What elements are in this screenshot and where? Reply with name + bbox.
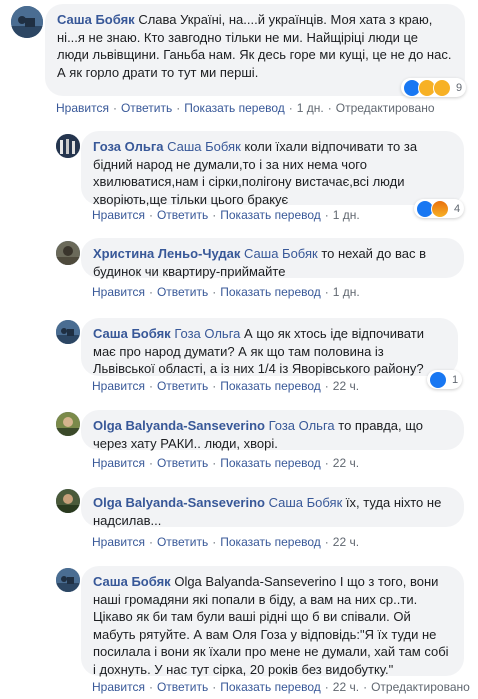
translate-button[interactable]: Показать перевод xyxy=(220,379,321,393)
sad-icon xyxy=(433,78,451,97)
avatar[interactable] xyxy=(56,489,80,513)
reply-button[interactable]: Ответить xyxy=(157,535,208,549)
comment-bubble: Olga Balyanda-Sanseverino Саша Бобяк їх,… xyxy=(81,487,464,528)
avatar[interactable] xyxy=(56,412,80,436)
comment-author[interactable]: Саша Бобяк xyxy=(93,326,171,341)
avatar[interactable] xyxy=(11,6,43,38)
comment-actions: Нравится · Ответить · Показать перевод · 22 ч.… xyxy=(92,680,470,694)
like-icon xyxy=(429,370,447,389)
avatar[interactable] xyxy=(56,320,80,344)
comment-mention[interactable]: Саша Бобяк xyxy=(269,495,343,510)
reply-button[interactable]: Ответить xyxy=(157,456,208,470)
comment-text: Olga Balyanda-Sanseverino І що з того, в… xyxy=(93,574,449,677)
like-button[interactable]: Нравится xyxy=(56,101,109,115)
timestamp[interactable]: 1 дн. xyxy=(333,285,360,299)
timestamp[interactable]: 22 ч. xyxy=(333,535,359,549)
translate-button[interactable]: Показать перевод xyxy=(184,101,285,115)
angry-icon xyxy=(431,199,449,218)
timestamp[interactable]: 1 дн. xyxy=(333,208,360,222)
reply-button[interactable]: Ответить xyxy=(157,680,208,694)
avatar[interactable] xyxy=(56,568,80,592)
timestamp[interactable]: 22 ч. xyxy=(333,680,359,694)
edited-label[interactable]: Отредактировано xyxy=(371,680,470,694)
translate-button[interactable]: Показать перевод xyxy=(220,456,321,470)
comment-mention[interactable]: Саша Бобяк xyxy=(167,139,241,154)
like-button[interactable]: Нравится xyxy=(92,208,145,222)
comment-author[interactable]: Olga Balyanda-Sanseverino xyxy=(93,418,265,433)
like-button[interactable]: Нравится xyxy=(92,680,145,694)
reaction-count: 1 xyxy=(452,373,459,386)
comment-bubble: Саша Бобяк Гоза Ольга А що як хтось іде … xyxy=(81,318,458,376)
like-button[interactable]: Нравится xyxy=(92,456,145,470)
comment-mention[interactable]: Гоза Ольга xyxy=(174,326,240,341)
comment-bubble: Христина Леньо-Чудак Саша Бобяк то нехай… xyxy=(81,238,464,279)
comment-author[interactable]: Olga Balyanda-Sanseverino xyxy=(93,495,265,510)
reaction-count: 9 xyxy=(456,81,463,94)
translate-button[interactable]: Показать перевод xyxy=(220,535,321,549)
comment-bubble: Гоза Ольга Саша Бобяк коли їхали відпочи… xyxy=(81,131,464,207)
comment-actions: Нравится · Ответить · Показать перевод · 22 ч. xyxy=(92,456,360,470)
reactions-summary[interactable]: 1 xyxy=(427,370,463,389)
timestamp[interactable]: 22 ч. xyxy=(333,379,359,393)
comment-actions: Нравится · Ответить · Показать перевод · 1 дн. xyxy=(92,208,360,222)
reply-button[interactable]: Ответить xyxy=(157,285,208,299)
like-button[interactable]: Нравится xyxy=(92,535,145,549)
translate-button[interactable]: Показать перевод xyxy=(220,208,321,222)
edited-label[interactable]: Отредактировано xyxy=(336,101,435,115)
reply-button[interactable]: Ответить xyxy=(157,208,208,222)
like-button[interactable]: Нравится xyxy=(92,379,145,393)
comment-bubble: Olga Balyanda-Sanseverino Гоза Ольга то … xyxy=(81,410,464,451)
comment-mention[interactable]: Гоза Ольга xyxy=(269,418,335,433)
timestamp[interactable]: 22 ч. xyxy=(333,456,359,470)
reactions-summary[interactable]: 9 xyxy=(401,78,467,97)
translate-button[interactable]: Показать перевод xyxy=(220,285,321,299)
comment-author[interactable]: Гоза Ольга xyxy=(93,139,163,154)
reactions-summary[interactable]: 4 xyxy=(414,199,465,218)
comment-author[interactable]: Саша Бобяк xyxy=(93,574,171,589)
reply-button[interactable]: Ответить xyxy=(121,101,172,115)
comment-author[interactable]: Христина Леньо-Чудак xyxy=(93,246,240,261)
comment-bubble: Саша Бобяк Olga Balyanda-Sanseverino І щ… xyxy=(81,566,464,677)
comment-mention[interactable]: Саша Бобяк xyxy=(244,246,318,261)
reply-button[interactable]: Ответить xyxy=(157,379,208,393)
comment-author[interactable]: Саша Бобяк xyxy=(57,12,135,27)
reaction-count: 4 xyxy=(454,202,461,215)
avatar[interactable] xyxy=(56,134,80,158)
translate-button[interactable]: Показать перевод xyxy=(220,680,321,694)
timestamp[interactable]: 1 дн. xyxy=(297,101,324,115)
comment-actions: Нравится · Ответить · Показать перевод · 22 ч. xyxy=(92,535,360,549)
comment-actions: Нравится · Ответить · Показать перевод · 1 дн.… xyxy=(56,101,435,115)
like-button[interactable]: Нравится xyxy=(92,285,145,299)
comment-actions: Нравится · Ответить · Показать перевод · 22 ч. xyxy=(92,379,360,393)
avatar[interactable] xyxy=(56,241,80,265)
comment-actions: Нравится · Ответить · Показать перевод · 1 дн. xyxy=(92,285,360,299)
